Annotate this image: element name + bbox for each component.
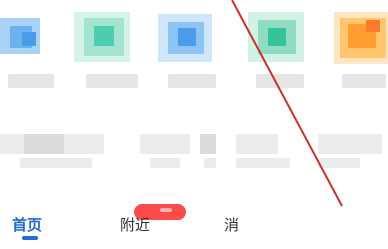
annotation-line [231, 0, 343, 207]
